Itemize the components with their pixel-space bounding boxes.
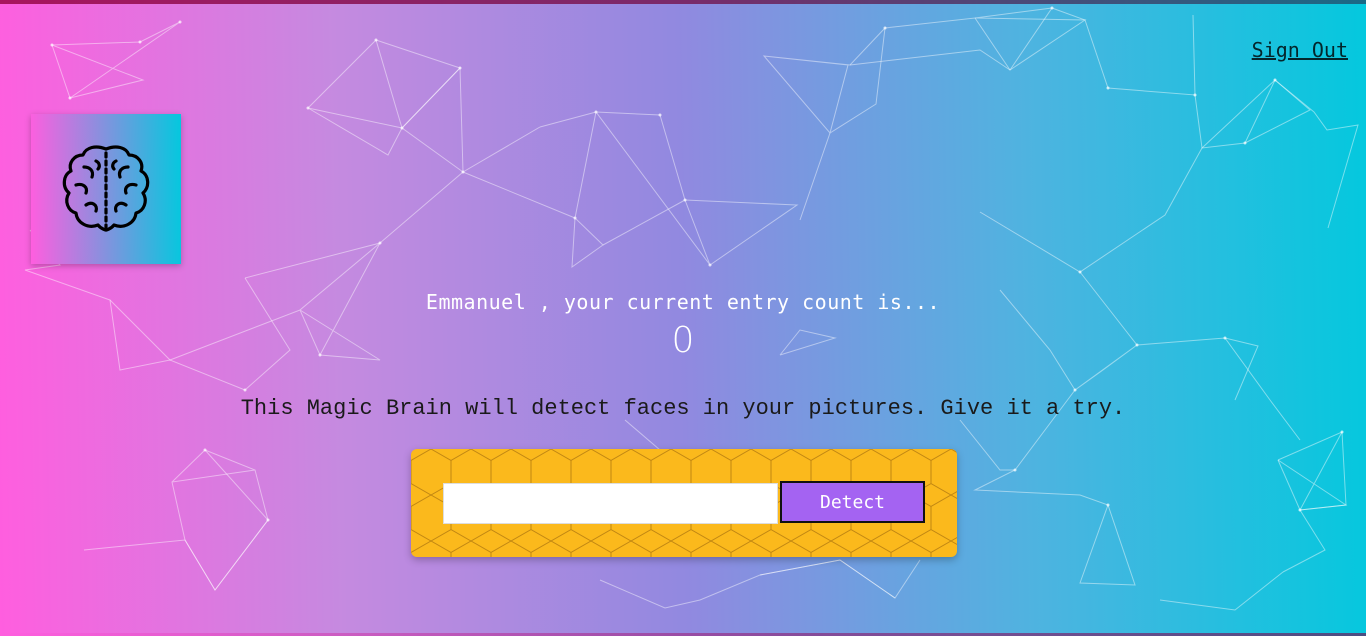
entry-count-greeting: Emmanuel , your current entry count is..… [425, 290, 941, 314]
detect-button[interactable]: Detect [780, 481, 925, 523]
brain-icon [62, 145, 150, 232]
entry-count-value: 0 [671, 320, 695, 361]
logo-tilt-card [31, 114, 181, 264]
instructions-text: This Magic Brain will detect faces in yo… [240, 396, 1126, 421]
sign-out-link[interactable]: Sign Out [1252, 38, 1348, 62]
image-url-input[interactable] [443, 483, 778, 524]
image-link-form: Detect [411, 449, 957, 557]
top-strip [0, 0, 1366, 4]
